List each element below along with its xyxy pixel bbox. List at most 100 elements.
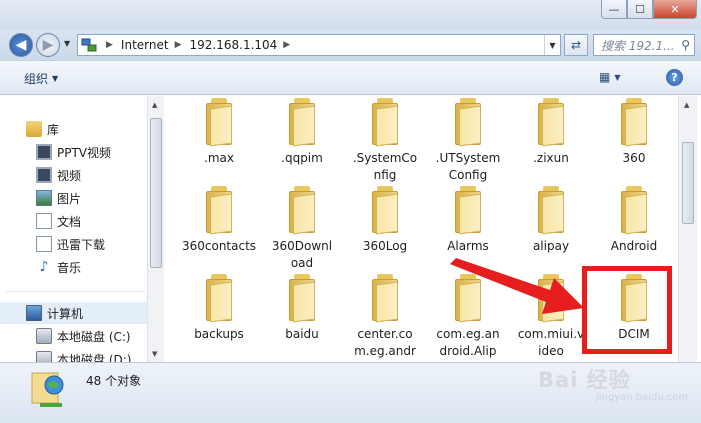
folder-name-line: ideo — [538, 344, 564, 358]
dcim-highlight-box — [582, 266, 672, 354]
folder-item[interactable]: .UTSystem Config — [426, 98, 510, 184]
maximize-button[interactable]: ☐ — [627, 0, 653, 19]
back-button[interactable]: ◀ — [9, 33, 33, 57]
folder-name-line: .UTSystem — [435, 151, 501, 165]
minimize-button[interactable]: — — [601, 0, 627, 19]
folder-icon — [280, 274, 324, 323]
folder-name: .qqpim — [260, 150, 344, 167]
folder-item[interactable]: center.com.eg.android.Alipay... — [343, 274, 427, 362]
command-toolbar: 组织 ▼ ▦ ▼ ? — [0, 60, 701, 95]
chevron-right-icon[interactable]: ▶ — [175, 40, 182, 50]
address-dropdown[interactable]: ▼ — [544, 35, 560, 55]
folder-item[interactable]: 360Downl oad — [260, 186, 344, 272]
close-button[interactable]: ✕ — [653, 0, 697, 19]
video-icon — [36, 144, 52, 160]
folder-icon — [197, 186, 241, 235]
window-controls: — ☐ ✕ — [601, 0, 697, 19]
folder-icon — [280, 186, 324, 235]
folder-name-line: nfig — [373, 168, 397, 182]
folder-icon — [612, 186, 656, 235]
sidebar-item-pictures[interactable]: 图片 — [0, 187, 147, 209]
help-button[interactable]: ? — [666, 69, 683, 86]
folder-icon — [363, 186, 407, 235]
sidebar-item-label: PPTV视频 — [57, 145, 112, 160]
folder-name: backups — [177, 326, 261, 343]
folder-item[interactable]: 360contacts — [177, 186, 261, 255]
folder-name: 360contacts — [177, 238, 261, 255]
content-scrollbar[interactable]: ▲ — [678, 96, 697, 362]
navigation-scrollbar[interactable]: ▲ ▼ — [147, 96, 164, 362]
folder-name-line: Config — [448, 168, 488, 182]
sidebar-item-label: 本地磁盘 (D:) — [57, 352, 132, 363]
change-view-button[interactable]: ▦ ▼ — [599, 70, 621, 84]
folder-name-line: backups — [194, 327, 244, 341]
folder-name: center.com.eg.android.Alipay... — [343, 326, 427, 362]
video-icon — [36, 167, 52, 183]
search-placeholder: 搜索 192.1... — [601, 38, 675, 53]
folder-name: com.miui.v ideo — [509, 326, 593, 360]
sidebar-item-xunlei-downloads[interactable]: 迅雷下载 — [0, 233, 147, 255]
sidebar-item-music[interactable]: ♪ 音乐 — [0, 256, 147, 278]
scroll-down-icon[interactable]: ▼ — [152, 350, 157, 358]
folder-name-line: Android — [610, 239, 658, 253]
folder-name-line: center.co — [357, 327, 413, 341]
folder-item[interactable]: .max — [177, 98, 261, 167]
scrollbar-thumb[interactable] — [150, 118, 162, 268]
chevron-right-icon[interactable]: ▶ — [283, 40, 290, 50]
folder-name-line: alipay — [532, 239, 570, 253]
folder-name-line: m.eg.andr — [354, 344, 416, 358]
forward-button[interactable]: ▶ — [36, 33, 60, 57]
sidebar-item-documents[interactable]: 文档 — [0, 210, 147, 232]
folder-icon — [529, 98, 573, 147]
breadcrumb-internet[interactable]: Internet — [121, 38, 169, 52]
folder-icon — [280, 98, 324, 147]
address-bar[interactable]: ▶ Internet ▶ 192.168.1.104 ▶ ▼ — [77, 34, 561, 56]
folder-name-line: droid.Alip — [439, 344, 497, 358]
folder-item[interactable]: baidu — [260, 274, 344, 343]
sidebar-item-computer[interactable]: 计算机 — [0, 302, 147, 324]
folder-name: Android — [592, 238, 676, 255]
folder-item[interactable]: backups — [177, 274, 261, 343]
scrollbar-thumb[interactable] — [682, 142, 694, 224]
folder-item[interactable]: .zixun — [509, 98, 593, 167]
folder-item[interactable]: alipay — [509, 186, 593, 255]
folder-name: .UTSystem Config — [426, 150, 510, 184]
folder-name: 360Log — [343, 238, 427, 255]
red-arrow-annotation — [450, 258, 584, 314]
folder-name-line: 360 — [622, 151, 646, 165]
scroll-up-icon[interactable]: ▲ — [152, 101, 157, 109]
folder-name-line: oad — [290, 256, 314, 270]
search-input[interactable]: 搜索 192.1... ⚲ — [593, 34, 695, 56]
sidebar-item-label: 图片 — [57, 191, 82, 206]
folder-icon — [197, 274, 241, 323]
folder-item[interactable]: 360Log — [343, 186, 427, 255]
search-icon[interactable]: ⚲ — [681, 38, 690, 52]
address-row: ◀ ▶ ▼ ▶ Internet ▶ 192.168.1.104 ▶ ▼ ⇄ 搜… — [0, 30, 701, 60]
scroll-up-icon[interactable]: ▲ — [684, 101, 689, 109]
folder-item[interactable]: .SystemCo nfig — [343, 98, 427, 184]
recent-pages-dropdown[interactable]: ▼ — [64, 39, 70, 48]
chevron-right-icon[interactable]: ▶ — [106, 40, 113, 50]
chevron-down-icon: ▼ — [52, 74, 59, 83]
sidebar-item-disk-c[interactable]: 本地磁盘 (C:) — [0, 325, 147, 347]
chevron-down-icon: ▼ — [614, 72, 621, 82]
folder-name-line: 360Downl — [271, 239, 333, 253]
breadcrumb-host[interactable]: 192.168.1.104 — [190, 38, 278, 52]
refresh-button[interactable]: ⇄ — [564, 34, 588, 56]
folder-name: .max — [177, 150, 261, 167]
folder-name-line: .SystemCo — [352, 151, 418, 165]
folder-item[interactable]: .qqpim — [260, 98, 344, 167]
folder-name: com.eg.android.AlipayGphone... — [426, 326, 510, 362]
sidebar-item-library[interactable]: 库 — [0, 118, 147, 140]
folder-item[interactable]: 360 — [592, 98, 676, 167]
folder-name-line: .max — [204, 151, 234, 165]
folder-item[interactable]: Alarms — [426, 186, 510, 255]
sidebar-item-label: 迅雷下载 — [57, 237, 106, 252]
folder-name-line: 360contacts — [181, 239, 257, 253]
sidebar-item-disk-d[interactable]: 本地磁盘 (D:) — [0, 348, 147, 362]
organize-menu[interactable]: 组织 ▼ — [24, 70, 58, 87]
sidebar-item-video[interactable]: 视频 — [0, 164, 147, 186]
folder-item[interactable]: Android — [592, 186, 676, 255]
sidebar-item-pptv-video[interactable]: PPTV视频 — [0, 141, 147, 163]
folder-icon — [197, 98, 241, 147]
